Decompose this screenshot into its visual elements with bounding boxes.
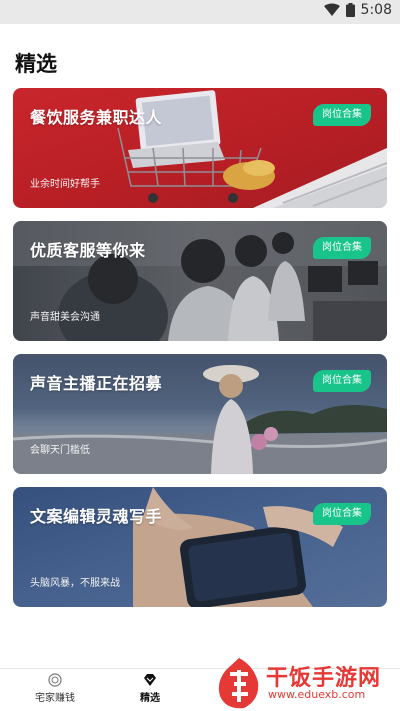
- card-subtitle: 声音甜美会沟通: [30, 312, 100, 323]
- nav-item-home-earn[interactable]: 宅家赚钱: [15, 673, 95, 704]
- job-card-customer-service[interactable]: 优质客服等你来 声音甜美会沟通 岗位合集: [13, 221, 387, 341]
- job-card-copywriter[interactable]: 文案编辑灵魂写手 头脑风暴，不服来战 岗位合集: [13, 487, 387, 607]
- card-title: 文案编辑灵魂写手: [30, 507, 163, 526]
- nav-label: 精选: [140, 693, 160, 704]
- watermark-logo: [218, 658, 259, 709]
- status-bar: 5:08: [0, 0, 400, 24]
- nav-label: 宅家赚钱: [35, 693, 75, 704]
- page-title: 精选: [15, 52, 57, 76]
- collection-badge[interactable]: 岗位合集: [313, 237, 371, 259]
- collection-badge[interactable]: 岗位合集: [313, 503, 371, 525]
- watermark-url: www.eduexb.com: [268, 688, 366, 701]
- card-title: 声音主播正在招募: [30, 374, 163, 393]
- card-subtitle: 头脑风暴，不服来战: [30, 578, 120, 589]
- collection-badge[interactable]: 岗位合集: [313, 104, 371, 126]
- diamond-icon: [144, 674, 156, 686]
- card-subtitle: 会聊天门槛低: [30, 445, 90, 456]
- job-card-voice-streamer[interactable]: 声音主播正在招募 会聊天门槛低 岗位合集: [13, 354, 387, 474]
- battery-icon: [345, 3, 355, 17]
- nav-item-featured[interactable]: 精选: [110, 673, 190, 704]
- card-title: 餐饮服务兼职达人: [30, 108, 163, 127]
- wifi-icon: [323, 3, 340, 16]
- card-subtitle: 业余时间好帮手: [30, 179, 100, 190]
- collection-badge[interactable]: 岗位合集: [313, 370, 371, 392]
- watermark: 干饭手游网 www.eduexb.com: [214, 656, 394, 710]
- status-time: 5:08: [360, 2, 392, 18]
- job-card-food-service[interactable]: 餐饮服务兼职达人 业余时间好帮手 岗位合集: [13, 88, 387, 208]
- card-title: 优质客服等你来: [30, 241, 146, 260]
- coin-icon: [48, 673, 62, 687]
